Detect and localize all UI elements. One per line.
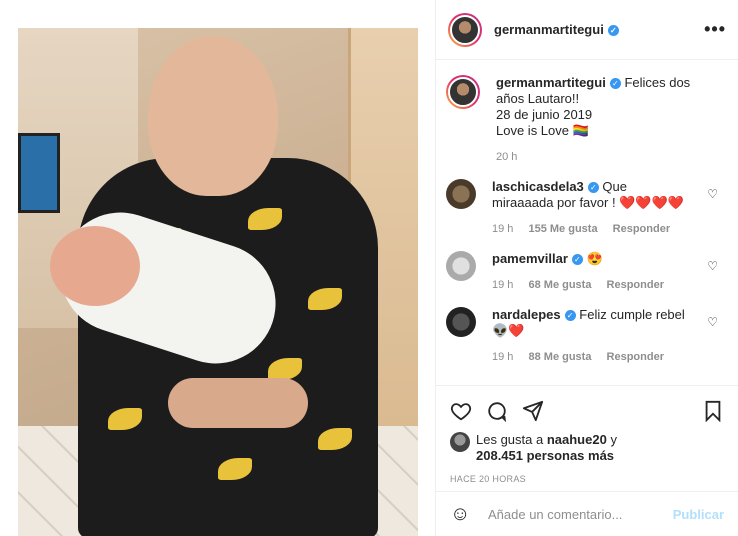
verified-icon: ✓	[571, 254, 583, 266]
post-actions: Les gusta a naahue20 y 208.451 personas …	[436, 385, 738, 484]
caption-line2: 28 de junio 2019	[496, 107, 593, 122]
reply-button[interactable]: Responder	[607, 351, 664, 363]
comment-meta: 19 h 88 Me gusta Responder	[492, 349, 692, 365]
post-media	[0, 0, 436, 536]
caption-line3: Love is Love 🏳️‍🌈	[496, 123, 589, 138]
avatar[interactable]	[448, 12, 482, 47]
likes-summary: Les gusta a naahue20 y 208.451 personas …	[450, 432, 724, 464]
bookmark-icon[interactable]	[702, 400, 724, 422]
verified-icon: ✓	[607, 25, 619, 37]
comment-meta: 19 h 155 Me gusta Responder	[492, 221, 692, 237]
header-username[interactable]: germanmartitegui ✓	[494, 22, 619, 37]
likes-text: Les gusta a naahue20 y 208.451 personas …	[476, 432, 617, 464]
comments-list[interactable]: germanmartitegui ✓ Felices dos años Lauta…	[436, 61, 738, 384]
comment: pamemvillar ✓ 😍 19 h 68 Me gusta Responde…	[446, 251, 722, 293]
verified-icon: ✓	[587, 182, 599, 194]
comment-text: nardalepes ✓ Feliz cumple rebel 👽❤️ 19 h …	[492, 307, 692, 365]
comment-meta: 19 h 68 Me gusta Responder	[492, 277, 692, 293]
more-options-icon[interactable]: •••	[704, 19, 726, 40]
comment-username[interactable]: nardalepes	[492, 307, 561, 322]
caption-username[interactable]: germanmartitegui	[496, 75, 606, 90]
verified-icon: ✓	[609, 78, 621, 90]
comment-username[interactable]: laschicasdela3	[492, 179, 584, 194]
like-comment-icon[interactable]: ♡	[707, 315, 718, 329]
post-header: germanmartitegui ✓ •••	[436, 0, 738, 60]
comment-likes[interactable]: 155 Me gusta	[528, 223, 597, 235]
comment-icon[interactable]	[486, 400, 508, 422]
photo-man-head	[148, 36, 278, 196]
comment-avatar[interactable]	[446, 307, 476, 337]
emoji-icon[interactable]: ☺	[450, 503, 474, 526]
post-sidebar: germanmartitegui ✓ ••• germanmartitegui ✓ …	[436, 0, 738, 536]
comment-input[interactable]	[488, 506, 668, 522]
action-icons	[450, 398, 724, 424]
caption-meta: 20 h	[496, 149, 696, 165]
likes-user[interactable]: naahue20	[547, 432, 607, 447]
comment-time[interactable]: 19 h	[492, 351, 513, 363]
comment-likes[interactable]: 68 Me gusta	[528, 279, 591, 291]
like-comment-icon[interactable]: ♡	[707, 187, 718, 201]
photo-baby-head	[50, 226, 140, 306]
likes-prefix: Les gusta a	[476, 432, 544, 447]
comment-username[interactable]: pamemvillar	[492, 251, 568, 266]
photo-arm	[168, 378, 308, 428]
comment: laschicasdela3 ✓ Que miraaaada por favor …	[446, 179, 722, 237]
avatar-image	[450, 14, 480, 45]
comment-avatar[interactable]	[446, 179, 476, 209]
post-photo[interactable]	[18, 28, 418, 536]
comment-text: pamemvillar ✓ 😍 19 h 68 Me gusta Responde…	[492, 251, 692, 293]
likes-count[interactable]: 208.451 personas más	[476, 448, 614, 463]
heart-icon[interactable]	[450, 400, 472, 422]
comment-time[interactable]: 19 h	[492, 223, 513, 235]
photo-monitor	[18, 133, 60, 213]
like-comment-icon[interactable]: ♡	[707, 259, 718, 273]
caption-avatar[interactable]	[446, 75, 480, 109]
share-icon[interactable]	[522, 400, 544, 422]
reply-button[interactable]: Responder	[607, 279, 664, 291]
post-timestamp[interactable]: HACE 20 HORAS	[450, 474, 724, 484]
comment-likes[interactable]: 88 Me gusta	[528, 351, 591, 363]
comment-time[interactable]: 19 h	[492, 279, 513, 291]
post-comment-button[interactable]: Publicar	[673, 507, 724, 522]
comment-avatar[interactable]	[446, 251, 476, 281]
add-comment-bar: ☺ Publicar	[436, 491, 738, 536]
reply-button[interactable]: Responder	[613, 223, 670, 235]
header-username-text[interactable]: germanmartitegui	[494, 22, 604, 37]
comment-body: 😍	[586, 251, 603, 266]
caption-time[interactable]: 20 h	[496, 151, 517, 163]
caption: germanmartitegui ✓ Felices dos años Lauta…	[446, 75, 722, 165]
comment-text: laschicasdela3 ✓ Que miraaaada por favor …	[492, 179, 692, 237]
liker-avatar[interactable]	[450, 432, 470, 452]
caption-text: germanmartitegui ✓ Felices dos años Lauta…	[496, 75, 696, 165]
verified-icon: ✓	[564, 310, 576, 322]
caption-avatar-image	[448, 77, 478, 107]
comment: nardalepes ✓ Feliz cumple rebel 👽❤️ 19 h …	[446, 307, 722, 365]
likes-suffix: y	[610, 432, 617, 447]
